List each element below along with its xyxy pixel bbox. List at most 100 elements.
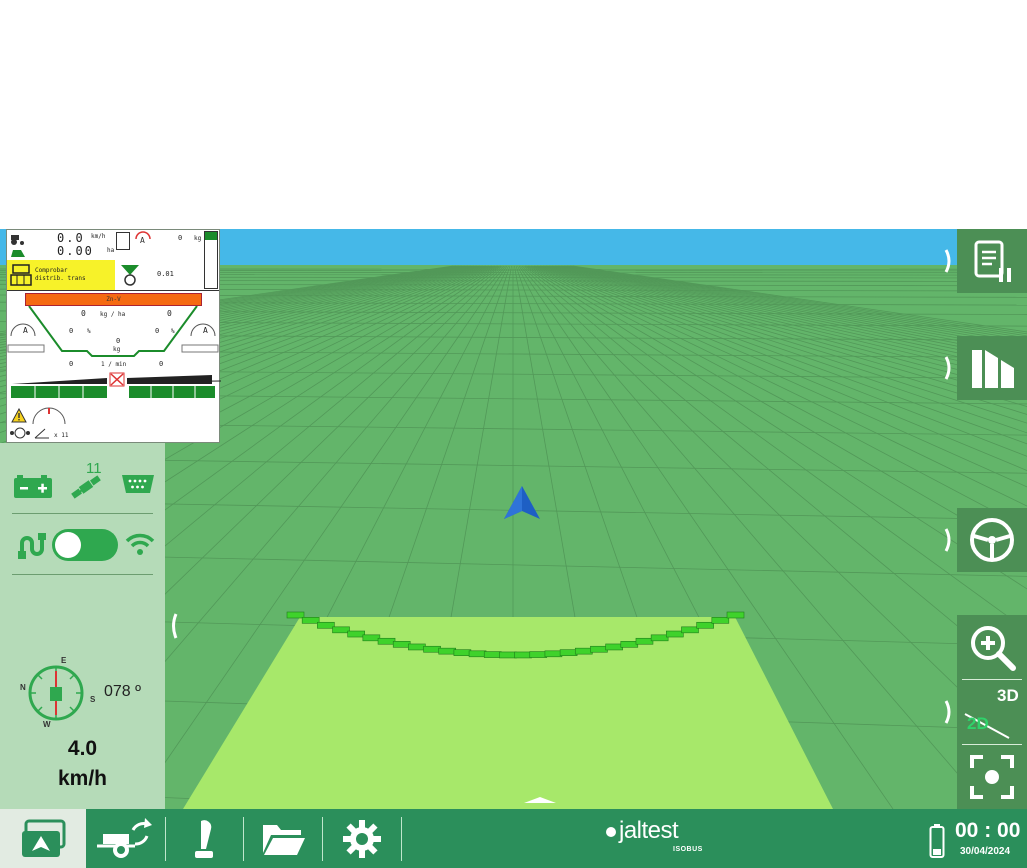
- area-unit: ha: [107, 247, 115, 254]
- speed-value: 0.0: [57, 231, 85, 245]
- boom-section: [650, 634, 669, 642]
- boom-section: [544, 650, 563, 658]
- journal-pause-icon: [974, 240, 1011, 282]
- right-auto-label: A: [203, 326, 208, 335]
- brand-dot: [606, 827, 616, 837]
- folder-icon: [263, 824, 305, 855]
- autosteer-chevron-icon[interactable]: [944, 527, 954, 553]
- warning-message-box[interactable]: Comprobar distrib. trans: [7, 260, 115, 290]
- boom-section: [514, 651, 532, 659]
- speed-value: 4.0: [67, 737, 98, 760]
- product-name: Zn-V: [106, 296, 121, 303]
- boom-section: [332, 626, 350, 634]
- journal-chevron-icon[interactable]: [944, 248, 954, 274]
- rate-target: 0: [81, 309, 86, 318]
- boom-section: [726, 611, 745, 619]
- boom-section: [666, 630, 684, 638]
- map-view-tab[interactable]: [0, 809, 86, 868]
- rpm-unit: 1 / min: [101, 361, 127, 368]
- status-panel: 11 E S W N 078 º 4.0 km/h: [0, 443, 165, 809]
- implement-tab[interactable]: [86, 809, 164, 868]
- autosteer-button[interactable]: [957, 508, 1027, 572]
- battery-status-icon: [929, 823, 945, 859]
- boom-section: [711, 617, 730, 624]
- joystick-icon: [195, 819, 213, 858]
- center-value: 0: [116, 337, 121, 345]
- tilt-gauge-icon: [29, 406, 69, 426]
- spreader-disc-icon: [119, 263, 141, 287]
- boom-section: [317, 621, 335, 629]
- fill-level-gauge: [204, 231, 218, 289]
- weight-unit: kg: [194, 235, 202, 242]
- distributor-icon: [10, 263, 32, 287]
- journal-pause-button[interactable]: [957, 229, 1027, 293]
- boom-section: [605, 643, 623, 651]
- compass-n-label: N: [20, 683, 26, 692]
- weight-value: 0: [178, 234, 183, 242]
- boom-section: [468, 650, 487, 658]
- compass-icon: [16, 653, 96, 733]
- message-line-1: Comprobar: [35, 267, 68, 274]
- boom-section: [681, 626, 699, 634]
- message-line-2: distrib. trans: [35, 275, 86, 282]
- boom-section: [347, 630, 365, 638]
- angle-icon: [33, 426, 51, 440]
- right-percent-unit: %: [171, 328, 175, 335]
- speed-unit: km/h: [57, 767, 107, 790]
- label-2d: 2D: [967, 714, 989, 733]
- compass-w: W: [43, 720, 51, 729]
- boom-section: [392, 640, 411, 648]
- boom-section: [620, 640, 639, 648]
- serial-port-icon: [120, 473, 156, 495]
- brand-sub: ISOBUS: [673, 846, 703, 853]
- sections-chevron-icon[interactable]: [944, 355, 954, 381]
- zoom-in-button[interactable]: [957, 615, 1027, 679]
- boom-section: [529, 651, 548, 658]
- view-controls: 3D 2D: [957, 615, 1027, 809]
- rate-display: 0.01: [157, 270, 174, 278]
- heading-value: 078 º: [104, 683, 141, 700]
- boom-section: [453, 649, 472, 656]
- battery-icon: [14, 471, 54, 499]
- left-percent: 0: [69, 327, 74, 335]
- joystick-tab[interactable]: [166, 809, 242, 868]
- gear-icon: [343, 819, 381, 858]
- boom-section: [590, 645, 608, 653]
- left-percent-unit: %: [87, 328, 91, 335]
- steering-wheel-icon: [970, 518, 1014, 562]
- folder-tab[interactable]: [244, 809, 322, 868]
- boom-section: [696, 621, 714, 629]
- compass-n: E: [61, 656, 67, 665]
- connection-toggle[interactable]: [52, 529, 118, 561]
- section-control-icon: [9, 426, 31, 440]
- rate-current: 0: [167, 309, 172, 318]
- boom-section: [635, 637, 654, 645]
- view-2d-3d-button[interactable]: 3D 2D: [957, 680, 1027, 744]
- warning-icon: [11, 407, 27, 424]
- tilt-multiplier: x 11: [54, 432, 69, 439]
- boom-section: [559, 649, 578, 656]
- isobus-terminal[interactable]: 0.0 km/h 0.00 ha A 0 kg Comprobar distri…: [6, 229, 221, 443]
- boom-section: [423, 645, 441, 653]
- satellite-count: 11: [86, 460, 102, 477]
- spread-sections-bar: [11, 372, 221, 398]
- zoom-in-icon: [971, 626, 1016, 671]
- bottom-toolbar: jaltest ISOBUS 00 : 00 30/04/2024: [0, 809, 1027, 868]
- view-chevron-icon[interactable]: [944, 699, 954, 725]
- label-3d: 3D: [997, 686, 1019, 705]
- brand-logo: jaltest: [619, 817, 679, 844]
- center-view-icon: [970, 755, 1014, 799]
- boom-section: [377, 637, 396, 645]
- rpm-right: 0: [159, 360, 164, 368]
- product-bar[interactable]: Zn-V: [25, 293, 202, 306]
- tractor-icon: [9, 232, 27, 246]
- plug-icon: [16, 531, 46, 561]
- right-percent: 0: [155, 327, 160, 335]
- date: 30/04/2024: [960, 846, 1011, 857]
- boom-section: [438, 647, 457, 655]
- settings-tab[interactable]: [323, 809, 401, 868]
- center-view-button[interactable]: [957, 745, 1027, 809]
- clock: 00 : 00: [955, 819, 1021, 842]
- boom-section: [574, 647, 593, 655]
- sections-button[interactable]: [957, 336, 1027, 400]
